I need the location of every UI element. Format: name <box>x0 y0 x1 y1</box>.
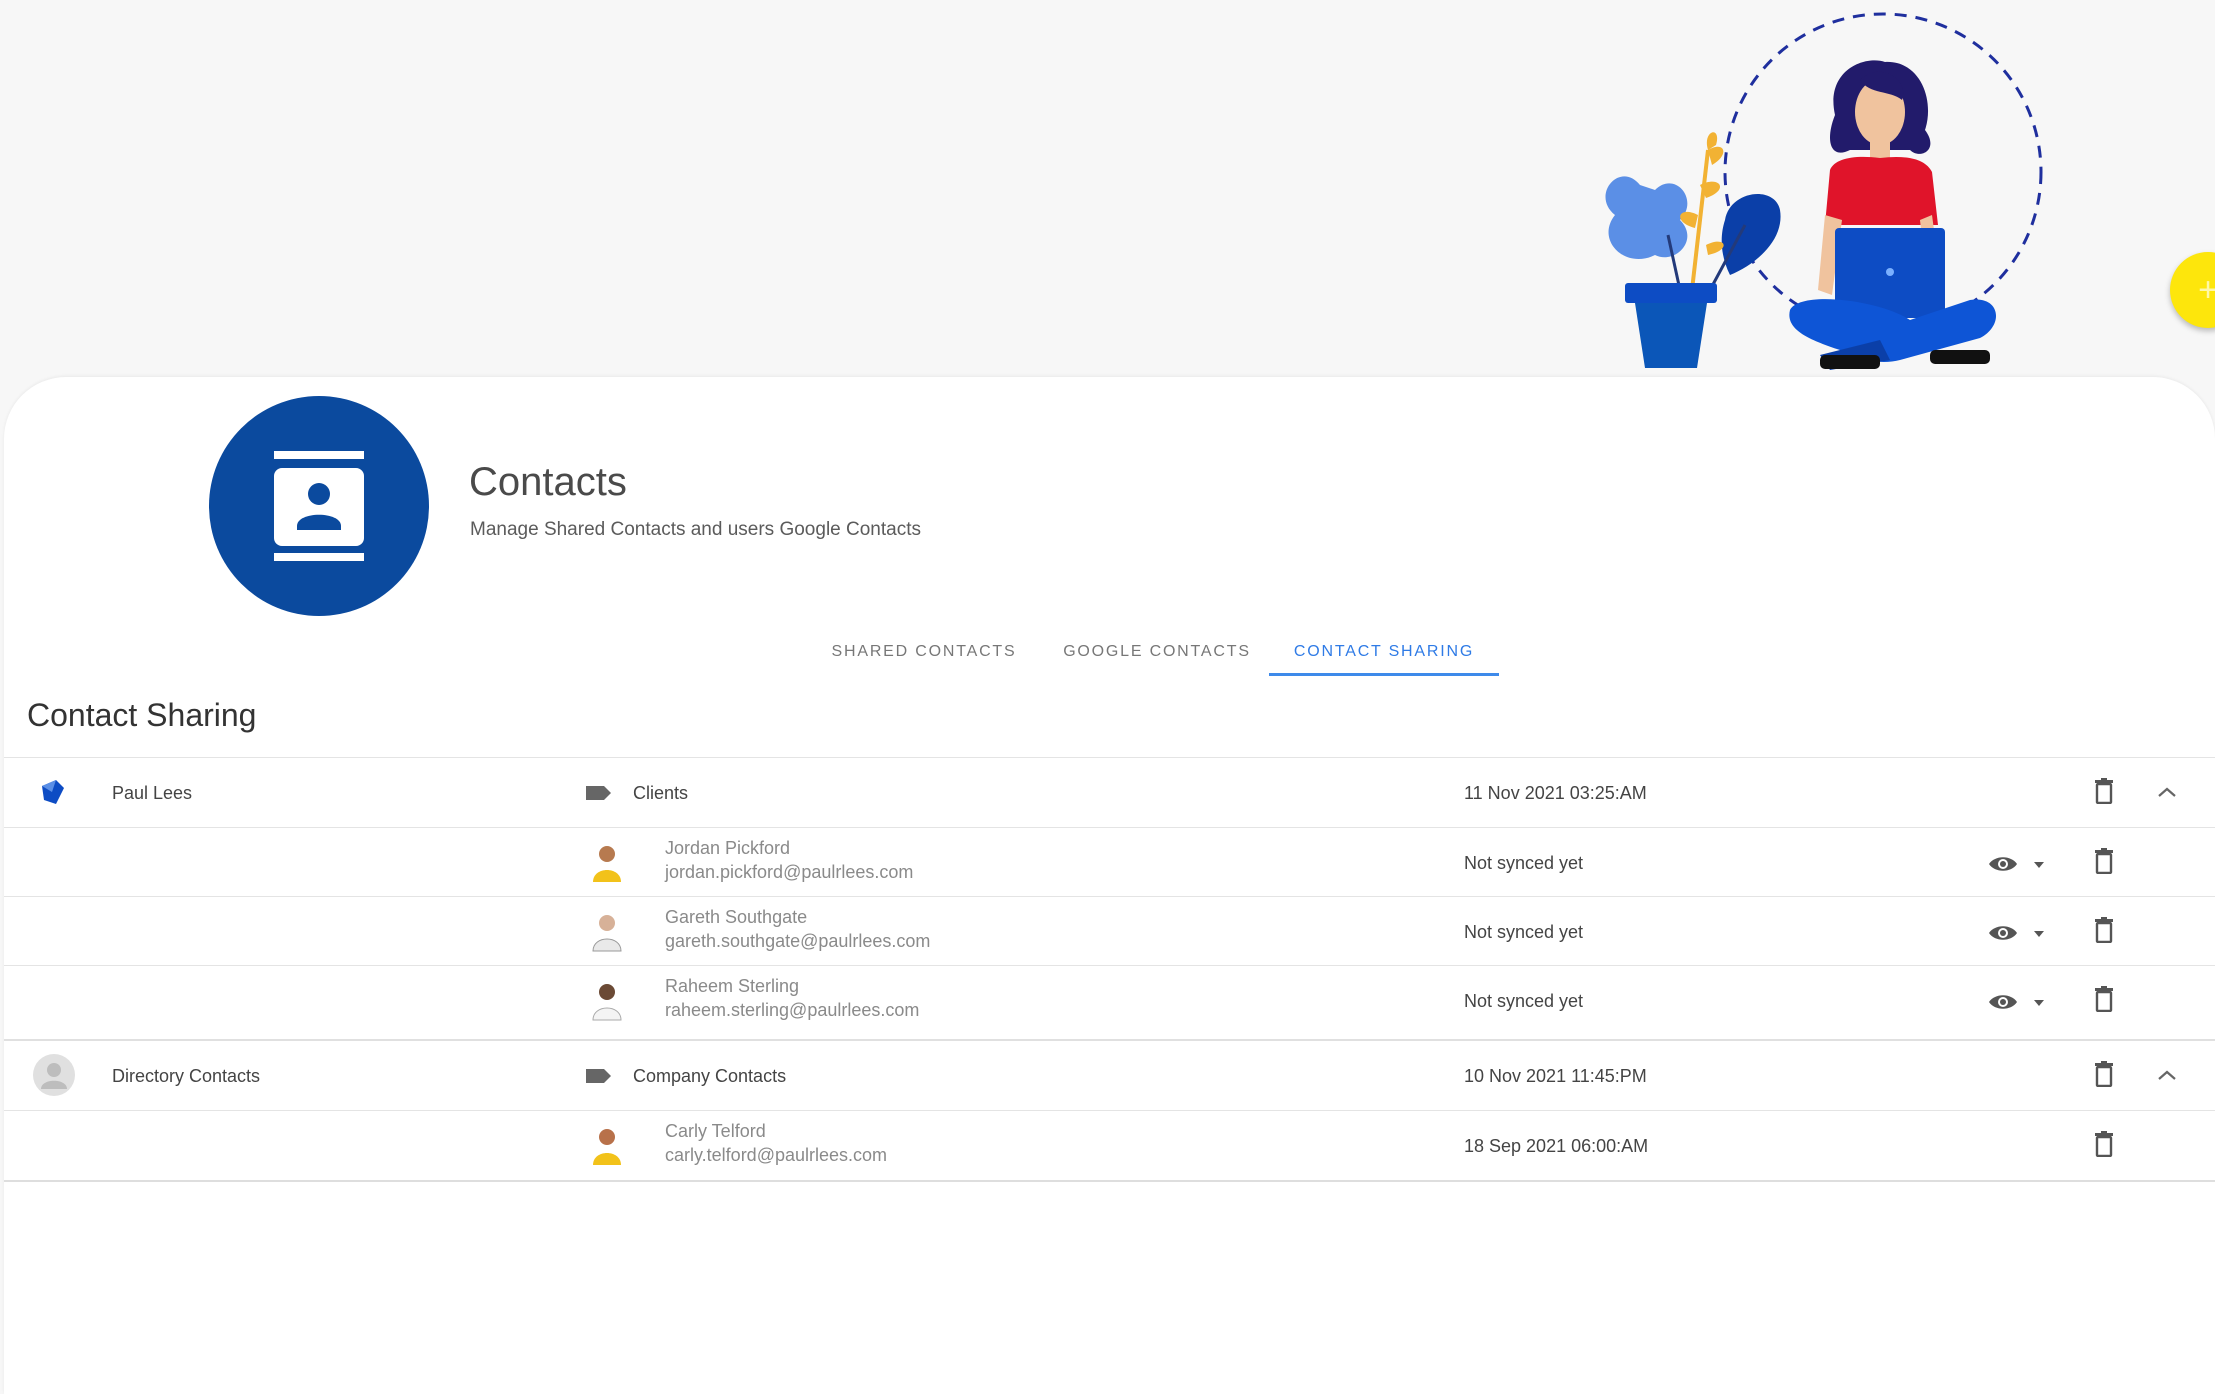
label-name: Clients <box>633 783 689 803</box>
eye-icon[interactable] <box>1987 992 2019 1012</box>
contact-name: Raheem Sterling <box>665 976 800 996</box>
sync-status: Not synced yet <box>1464 853 1584 873</box>
active-tab-indicator <box>1269 673 1499 676</box>
label-tag-icon <box>586 1069 611 1083</box>
caret-down-icon[interactable] <box>2032 998 2046 1008</box>
delete-icon[interactable] <box>2094 1061 2114 1087</box>
user-logo-icon <box>42 780 64 804</box>
label-tag-icon <box>586 786 611 800</box>
contact-email: raheem.sterling@paulrlees.com <box>665 1000 920 1020</box>
group-row[interactable]: Directory Contacts Company Contacts 10 N… <box>4 1039 2215 1110</box>
sync-status: Not synced yet <box>1464 991 1584 1011</box>
contacts-card: Contacts Manage Shared Contacts and user… <box>4 377 2215 1394</box>
chevron-up-icon[interactable] <box>2156 1068 2178 1082</box>
woman-with-laptop-illustration <box>1605 12 2043 370</box>
contact-row[interactable]: Raheem Sterling raheem.sterling@paulrlee… <box>4 965 2215 1035</box>
delete-icon[interactable] <box>2094 778 2114 804</box>
shared-date: 10 Nov 2021 11:45:PM <box>1464 1066 1647 1086</box>
contact-avatar <box>592 984 622 1021</box>
contact-avatar <box>593 1129 621 1165</box>
contact-name: Carly Telford <box>665 1121 766 1141</box>
delete-icon[interactable] <box>2094 1131 2114 1157</box>
shared-date: 11 Nov 2021 03:25:AM <box>1464 783 1647 803</box>
contact-row[interactable]: Jordan Pickford jordan.pickford@paulrlee… <box>4 827 2215 897</box>
tab-shared-contacts[interactable]: SHARED CONTACTS <box>824 612 1024 692</box>
add-button[interactable]: + <box>2170 252 2215 328</box>
contact-email: carly.telford@paulrlees.com <box>665 1145 888 1165</box>
owner-name: Directory Contacts <box>112 1066 261 1086</box>
contact-card-icon <box>274 451 364 561</box>
sync-status: Not synced yet <box>1464 922 1584 942</box>
caret-down-icon[interactable] <box>2032 929 2046 939</box>
eye-icon[interactable] <box>1987 923 2019 943</box>
page-title: Contacts <box>469 460 627 504</box>
contact-name: Jordan Pickford <box>665 838 791 858</box>
tab-contact-sharing[interactable]: CONTACT SHARING <box>1284 612 1484 692</box>
shared-date: 18 Sep 2021 06:00:AM <box>1464 1136 1649 1156</box>
label-name: Company Contacts <box>633 1066 787 1086</box>
contact-row[interactable]: Gareth Southgate gareth.southgate@paulrl… <box>4 896 2215 966</box>
contact-email: gareth.southgate@paulrlees.com <box>665 931 931 951</box>
page-subtitle: Manage Shared Contacts and users Google … <box>470 519 921 540</box>
tab-google-contacts[interactable]: GOOGLE CONTACTS <box>1057 612 1257 692</box>
group-row[interactable]: Paul Lees Clients 11 Nov 2021 03:25:AM <box>4 757 2215 827</box>
contact-email: jordan.pickford@paulrlees.com <box>665 862 914 882</box>
eye-icon[interactable] <box>1987 854 2019 874</box>
default-avatar-icon <box>33 1054 75 1096</box>
contact-avatar <box>593 846 621 882</box>
app-logo <box>209 396 429 616</box>
section-title: Contact Sharing <box>27 697 257 733</box>
delete-icon[interactable] <box>2094 848 2114 874</box>
delete-icon[interactable] <box>2094 917 2114 943</box>
tab-bar: SHARED CONTACTS GOOGLE CONTACTS CONTACT … <box>4 612 2215 692</box>
owner-name: Paul Lees <box>112 783 193 803</box>
table-end-divider <box>4 1180 2215 1182</box>
contact-avatar <box>592 915 622 952</box>
caret-down-icon[interactable] <box>2032 860 2046 870</box>
contact-name: Gareth Southgate <box>665 907 808 927</box>
contact-row[interactable]: Carly Telford carly.telford@paulrlees.co… <box>4 1110 2215 1180</box>
delete-icon[interactable] <box>2094 986 2114 1012</box>
chevron-up-icon[interactable] <box>2156 785 2178 799</box>
